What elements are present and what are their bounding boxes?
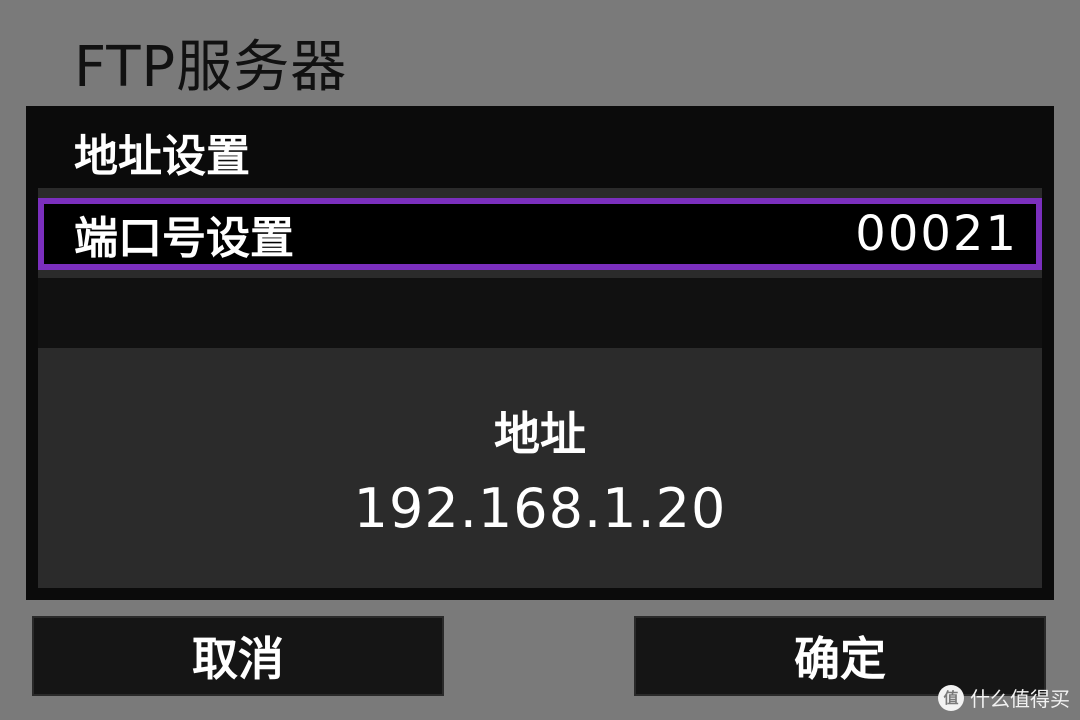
port-number-value: 00021 — [855, 206, 1018, 262]
cancel-button[interactable]: 取消 — [32, 616, 444, 696]
screen-title: FTP服务器 — [74, 35, 348, 100]
address-info-label: 地址 — [494, 407, 586, 461]
menu-item-port-settings[interactable]: 端口号设置 00021 — [38, 198, 1042, 270]
address-info-value: 192.168.1.20 — [353, 477, 727, 540]
watermark-text: 什么值得买 — [970, 687, 1070, 711]
watermark-logo-icon: 值 — [938, 684, 964, 711]
watermark: 值 什么值得买 — [938, 683, 1070, 712]
empty-menu-row — [38, 278, 1042, 348]
menu-item-label: 端口号设置 — [74, 213, 294, 264]
menu-item-address-settings[interactable]: 地址设置 — [38, 116, 1042, 188]
address-info: 地址 192.168.1.20 — [38, 360, 1042, 588]
menu-item-label: 地址设置 — [74, 131, 250, 182]
settings-panel: 地址设置 端口号设置 00021 地址 192.168.1.20 — [26, 106, 1054, 600]
